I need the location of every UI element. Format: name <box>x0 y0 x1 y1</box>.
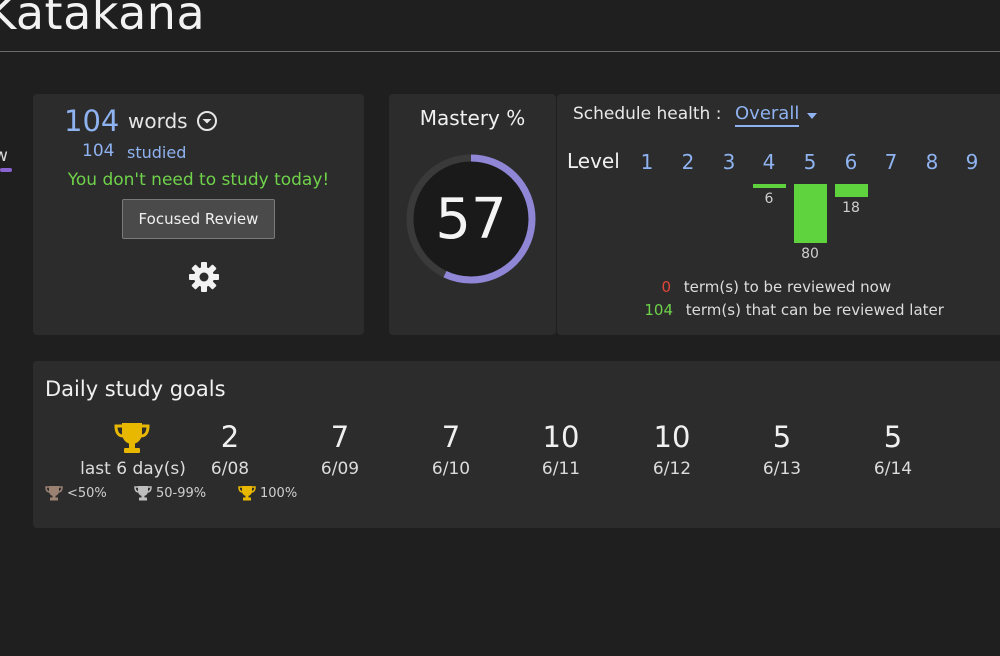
left-tab-partial[interactable]: w <box>0 146 8 166</box>
words-card: 104 words 104 studied You don't need to … <box>33 94 364 335</box>
legend-label-mid: 50-99% <box>156 485 207 501</box>
histogram-label-level-5: 80 <box>801 246 819 262</box>
review-now-line: 0 term(s) to be reviewed now <box>647 278 891 296</box>
schedule-filter-select[interactable]: Overall <box>735 103 800 127</box>
histogram-label-level-4: 6 <box>764 191 774 207</box>
review-later-line: 104 term(s) that can be reviewed later <box>643 301 944 319</box>
day-column: 5 6/14 <box>848 419 938 479</box>
day-date: 6/12 <box>652 459 692 479</box>
studied-label: studied <box>127 143 187 162</box>
trophy-icon <box>114 423 150 453</box>
level-8-button[interactable]: 8 <box>920 150 944 174</box>
review-now-count: 0 <box>661 278 671 296</box>
day-count: 7 <box>441 420 461 454</box>
legend-item-low: <50% <box>45 485 107 501</box>
day-date: 6/10 <box>431 459 471 479</box>
day-date: 6/11 <box>541 459 581 479</box>
review-now-text: term(s) to be reviewed now <box>683 278 892 296</box>
daily-goals-card: Daily study goals last 6 day(s) <50% 50-… <box>33 361 1000 528</box>
page: Katakana w 104 words 104 studied You don… <box>0 0 1000 656</box>
level-6-button[interactable]: 6 <box>839 150 863 174</box>
day-column: 10 6/11 <box>516 419 606 479</box>
level-9-button[interactable]: 9 <box>960 150 984 174</box>
gear-icon[interactable] <box>188 261 220 293</box>
words-label: words <box>128 109 188 133</box>
active-tab-indicator <box>0 168 12 172</box>
schedule-health-card: Schedule health : Overall Level 12345678… <box>557 94 1000 335</box>
study-status-message: You don't need to study today! <box>67 170 330 190</box>
day-count: 7 <box>330 420 350 454</box>
level-1-button[interactable]: 1 <box>635 150 659 174</box>
histogram-bar-level-4 <box>753 184 786 188</box>
mastery-title: Mastery % <box>419 106 526 130</box>
review-later-text: term(s) that can be reviewed later <box>685 301 944 319</box>
level-5-button[interactable]: 5 <box>798 150 822 174</box>
legend-item-mid: 50-99% <box>134 485 206 501</box>
studied-count: 104 <box>82 141 115 161</box>
day-count: 5 <box>772 420 792 454</box>
chevron-down-circle-icon[interactable] <box>196 110 218 132</box>
page-title: Katakana <box>0 0 206 40</box>
legend-label-full: 100% <box>260 485 298 501</box>
schedule-health-label: Schedule health : <box>573 104 722 124</box>
trophy-gold-icon <box>238 486 256 501</box>
day-date: 6/14 <box>873 459 913 479</box>
level-2-button[interactable]: 2 <box>676 150 700 174</box>
caret-down-icon[interactable] <box>806 112 818 120</box>
day-column: 5 6/13 <box>737 419 827 479</box>
histogram-bar-level-5 <box>794 184 827 243</box>
trophy-bronze-icon <box>45 486 63 501</box>
day-count: 10 <box>653 420 691 454</box>
title-divider <box>0 51 1000 52</box>
level-7-button[interactable]: 7 <box>879 150 903 174</box>
day-column: 7 6/10 <box>406 419 496 479</box>
level-4-button[interactable]: 4 <box>757 150 781 174</box>
day-count: 2 <box>220 420 240 454</box>
review-later-count: 104 <box>644 301 673 319</box>
level-label: Level <box>567 149 620 173</box>
level-3-button[interactable]: 3 <box>717 150 741 174</box>
mastery-card: Mastery % 57 <box>389 94 556 335</box>
day-count: 10 <box>542 420 580 454</box>
histogram-label-level-6: 18 <box>842 200 860 216</box>
day-date: 6/13 <box>762 459 802 479</box>
mastery-value: 57 <box>435 186 507 252</box>
legend-item-full: 100% <box>238 485 297 501</box>
focused-review-button[interactable]: Focused Review <box>122 199 275 239</box>
words-count: 104 <box>64 104 120 138</box>
day-column: 10 6/12 <box>627 419 717 479</box>
day-column: 2 6/08 <box>185 419 275 479</box>
day-column: 7 6/09 <box>295 419 385 479</box>
legend-label-low: <50% <box>67 485 107 501</box>
day-count: 5 <box>883 420 903 454</box>
day-date: 6/09 <box>320 459 360 479</box>
day-date: 6/08 <box>210 459 250 479</box>
daily-goals-title: Daily study goals <box>45 377 226 401</box>
histogram-bar-level-6 <box>835 184 868 197</box>
trophy-silver-icon <box>134 486 152 501</box>
